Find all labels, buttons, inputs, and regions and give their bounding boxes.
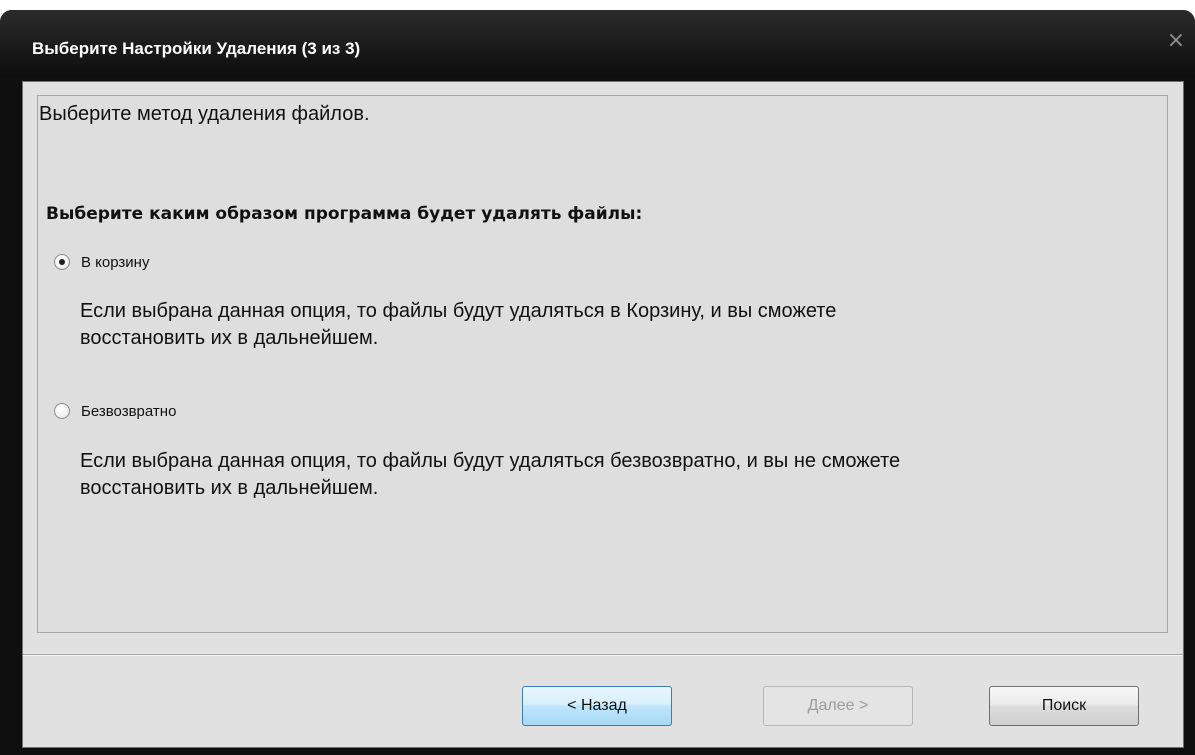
option-recycle-bin-label[interactable]: В корзину <box>81 254 149 271</box>
close-icon[interactable]: × <box>1165 30 1187 52</box>
option-recycle-bin[interactable]: В корзину <box>54 252 149 272</box>
search-button[interactable]: Поиск <box>989 686 1139 726</box>
option-permanent[interactable]: Безвозвратно <box>54 401 176 421</box>
back-button[interactable]: < Назад <box>522 686 672 726</box>
dialog-body: Выберите метод удаления файлов. Выберите… <box>22 81 1184 748</box>
radio-recycle-bin[interactable] <box>54 254 70 270</box>
dialog-title: Выберите Настройки Удаления (3 из 3) <box>32 39 361 58</box>
description-line: восстановить их в дальнейшем. <box>80 327 379 349</box>
option-permanent-description: Если выбрана данная опция, то файлы буду… <box>80 448 1155 502</box>
options-panel: Выберите метод удаления файлов. Выберите… <box>37 95 1168 633</box>
next-button[interactable]: Далее > <box>763 686 913 726</box>
radio-permanent[interactable] <box>54 403 70 419</box>
description-line: Если выбрана данная опция, то файлы буду… <box>80 300 837 322</box>
title-bar[interactable]: Выберите Настройки Удаления (3 из 3) × <box>0 10 1195 78</box>
option-recycle-bin-description: Если выбрана данная опция, то файлы буду… <box>80 298 1155 352</box>
page-heading: Выберите метод удаления файлов. <box>39 103 370 125</box>
description-line: восстановить их в дальнейшем. <box>80 477 379 499</box>
button-area-separator <box>23 654 1183 656</box>
delete-method-question: Выберите каким образом программа будет у… <box>46 204 643 224</box>
radio-selected-dot <box>59 259 65 265</box>
dialog-window: Выберите Настройки Удаления (3 из 3) × В… <box>0 10 1195 755</box>
option-permanent-label[interactable]: Безвозвратно <box>81 403 176 420</box>
description-line: Если выбрана данная опция, то файлы буду… <box>80 450 901 472</box>
